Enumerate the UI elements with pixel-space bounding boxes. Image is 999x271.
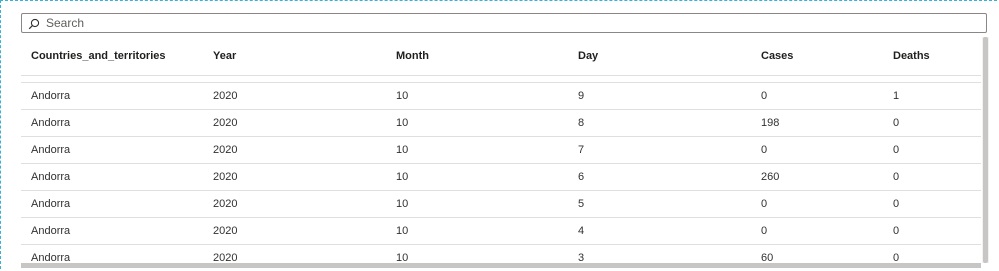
header-row: Countries_and_territories Year Month Day… bbox=[21, 37, 981, 76]
cell-month: 10 bbox=[386, 82, 568, 110]
cell-month: 10 bbox=[386, 136, 568, 164]
cell-country: Andorra bbox=[21, 190, 203, 218]
cell-month: 10 bbox=[386, 163, 568, 191]
table-row[interactable]: Andorra 2020 10 8 198 0 bbox=[21, 109, 981, 137]
cell-year: 2020 bbox=[203, 190, 386, 218]
horizontal-scrollbar[interactable] bbox=[21, 263, 981, 268]
cell-month: 10 bbox=[386, 244, 568, 265]
cell-month: 10 bbox=[386, 217, 568, 245]
cell-day: 6 bbox=[568, 163, 751, 191]
cell-year: 2020 bbox=[203, 82, 386, 110]
cell-country: Andorra bbox=[21, 217, 203, 245]
vertical-scrollbar[interactable] bbox=[982, 37, 989, 263]
column-header-year[interactable]: Year bbox=[203, 37, 386, 76]
cell-deaths: 0 bbox=[883, 136, 981, 164]
cell-cases: 260 bbox=[751, 163, 883, 191]
cell-year: 2020 bbox=[203, 136, 386, 164]
cell-country: Andorra bbox=[21, 109, 203, 137]
cell-year: 2020 bbox=[203, 217, 386, 245]
data-table: Countries_and_territories Year Month Day… bbox=[21, 37, 981, 265]
cell-cases: 60 bbox=[751, 244, 883, 265]
cell-deaths: 0 bbox=[883, 163, 981, 191]
cell-deaths: 0 bbox=[883, 244, 981, 265]
cell-deaths: 0 bbox=[883, 109, 981, 137]
table-row[interactable]: Andorra 2020 10 9 0 1 bbox=[21, 82, 981, 110]
vertical-scrollbar-thumb[interactable] bbox=[983, 37, 988, 263]
column-header-day[interactable]: Day bbox=[568, 37, 751, 76]
cell-deaths: 0 bbox=[883, 190, 981, 218]
cell-country: Andorra bbox=[21, 244, 203, 265]
search-input[interactable] bbox=[46, 16, 986, 30]
search-icon bbox=[28, 17, 40, 30]
cell-country: Andorra bbox=[21, 136, 203, 164]
cell-cases: 0 bbox=[751, 217, 883, 245]
cell-day: 9 bbox=[568, 82, 751, 110]
cell-year: 2020 bbox=[203, 109, 386, 137]
column-header-month[interactable]: Month bbox=[386, 37, 568, 76]
cell-country: Andorra bbox=[21, 163, 203, 191]
table-row[interactable]: Andorra 2020 10 6 260 0 bbox=[21, 163, 981, 191]
cell-day: 4 bbox=[568, 217, 751, 245]
data-grid: Countries_and_territories Year Month Day… bbox=[21, 37, 981, 265]
cell-month: 10 bbox=[386, 109, 568, 137]
table-row[interactable]: Andorra 2020 10 5 0 0 bbox=[21, 190, 981, 218]
cell-country: Andorra bbox=[21, 82, 203, 110]
cell-deaths: 0 bbox=[883, 217, 981, 245]
cell-deaths: 1 bbox=[883, 82, 981, 110]
cell-cases: 0 bbox=[751, 190, 883, 218]
cell-day: 3 bbox=[568, 244, 751, 265]
table-row[interactable]: Andorra 2020 10 7 0 0 bbox=[21, 136, 981, 164]
cell-day: 7 bbox=[568, 136, 751, 164]
table-row[interactable]: Andorra 2020 10 4 0 0 bbox=[21, 217, 981, 245]
cell-year: 2020 bbox=[203, 163, 386, 191]
column-header-deaths[interactable]: Deaths bbox=[883, 37, 981, 76]
cell-cases: 0 bbox=[751, 82, 883, 110]
cell-cases: 0 bbox=[751, 136, 883, 164]
cell-cases: 198 bbox=[751, 109, 883, 137]
cell-year: 2020 bbox=[203, 244, 386, 265]
cell-month: 10 bbox=[386, 190, 568, 218]
horizontal-scrollbar-thumb[interactable] bbox=[21, 263, 981, 268]
table-row[interactable]: Andorra 2020 10 3 60 0 bbox=[21, 244, 981, 265]
row-divider bbox=[21, 75, 981, 83]
cell-day: 8 bbox=[568, 109, 751, 137]
cell-day: 5 bbox=[568, 190, 751, 218]
search-box[interactable] bbox=[21, 13, 987, 33]
column-header-countries[interactable]: Countries_and_territories bbox=[21, 37, 203, 76]
column-header-cases[interactable]: Cases bbox=[751, 37, 883, 76]
